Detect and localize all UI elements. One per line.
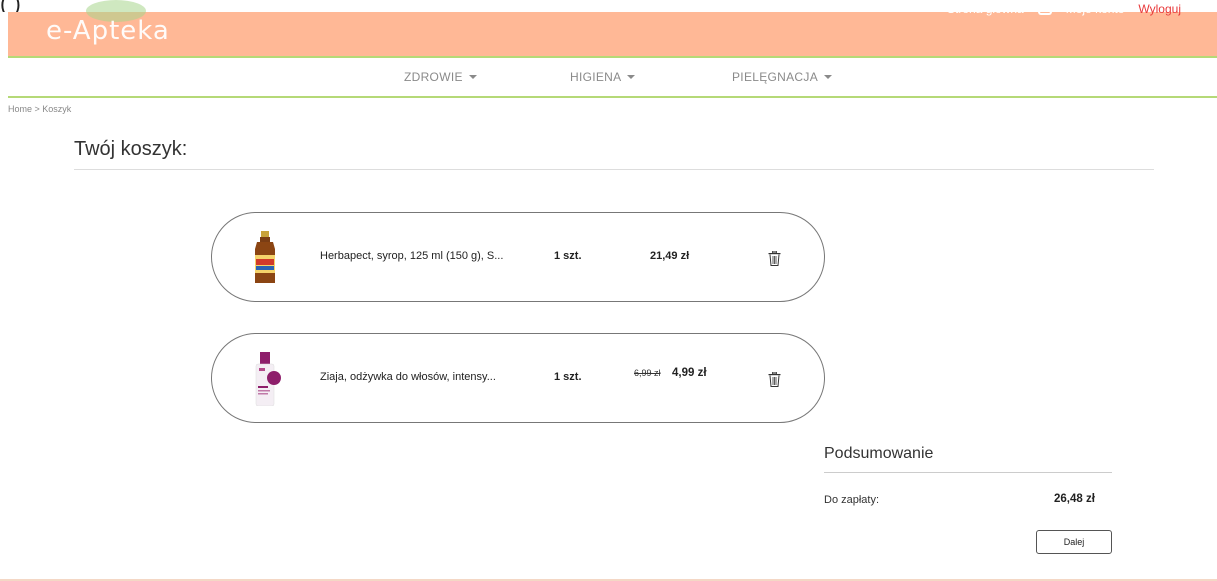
product-image[interactable] (248, 352, 282, 406)
caret-down-icon (824, 75, 832, 79)
nav-item-pielegnacja[interactable]: PIELĘGNACJA (732, 70, 832, 84)
product-price: 4,99 zł (672, 367, 707, 379)
product-price: 21,49 zł (650, 250, 690, 262)
nav-item-zdrowie[interactable]: ZDROWIE (404, 70, 477, 84)
trash-icon[interactable] (768, 372, 781, 387)
total-label: Do zapłaty: (824, 494, 880, 506)
product-name[interactable]: Ziaja, odżywka do włosów, intensy... (320, 371, 496, 383)
title-divider (74, 169, 1154, 170)
total-value: 26,48 zł (1054, 493, 1095, 505)
nav-item-label: PIELĘGNACJA (732, 70, 818, 84)
cart-icon[interactable] (1037, 3, 1052, 15)
summary-divider (824, 472, 1112, 473)
site-logo[interactable]: e-Apteka (46, 16, 170, 46)
product-quantity: 1 szt. (554, 250, 582, 262)
clipped-text: ( ) (0, 0, 21, 12)
caret-down-icon (468, 75, 477, 79)
cart-item: Herbapect, syrop, 125 ml (150 g), S... 1… (211, 212, 825, 302)
logout-link[interactable]: Wyloguj (1138, 2, 1181, 16)
cart-item: Ziaja, odżywka do włosów, intensy... 1 s… (211, 333, 825, 423)
account-link[interactable]: Moje konto (1066, 2, 1125, 16)
breadcrumb[interactable]: Home > Koszyk (8, 104, 71, 114)
caret-down-icon (627, 75, 636, 79)
summary-title: Podsumowanie (824, 445, 934, 462)
product-old-price: 6,99 zł (634, 368, 661, 378)
product-name[interactable]: Herbapect, syrop, 125 ml (150 g), S... (320, 250, 503, 262)
site-header: e-Apteka Strona główna Moje konto Wylogu… (8, 0, 1217, 58)
nav-item-label: ZDROWIE (404, 70, 463, 84)
home-link[interactable]: Strona główna (947, 2, 1024, 16)
page-title: Twój koszyk: (74, 138, 188, 160)
category-nav: ZDROWIE HIGIENA PIELĘGNACJA (8, 60, 1217, 98)
header-links: Strona główna Moje konto Wyloguj (947, 2, 1181, 16)
trash-icon[interactable] (768, 251, 781, 266)
next-button[interactable]: Dalej (1036, 530, 1112, 554)
nav-item-higiena[interactable]: HIGIENA (570, 70, 636, 84)
nav-item-label: HIGIENA (570, 70, 622, 84)
product-quantity: 1 szt. (554, 371, 582, 383)
product-image[interactable] (248, 231, 282, 285)
